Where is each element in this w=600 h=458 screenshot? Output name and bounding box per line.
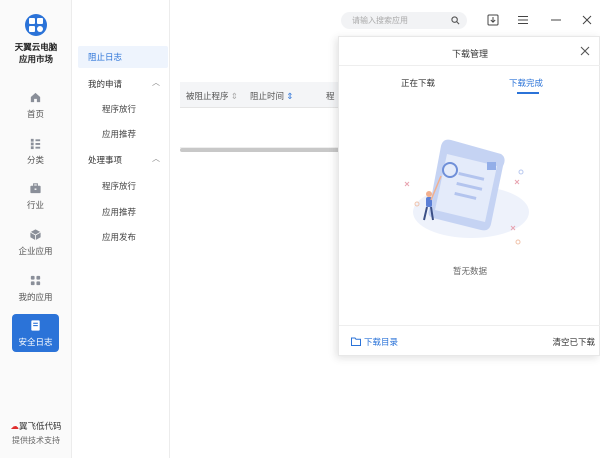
subnav-item-program-release[interactable]: 程序放行 [102, 180, 136, 192]
app-sidebar: 天翼云电脑 应用市场 首页 分类 行业 企业应用 我的应用 安全日志 ☁翼飞低代… [0, 0, 72, 458]
column-label: 阻止时间 [250, 91, 285, 101]
empty-state-text: 暂无数据 [452, 266, 487, 276]
sort-desc-icon: ⇕ [286, 91, 294, 101]
clear-downloaded-button[interactable]: 清空已下载 [552, 336, 595, 348]
sidebar-item-industry[interactable]: 行业 [12, 177, 59, 215]
sidebar-item-label: 安全日志 [18, 337, 53, 347]
sidebar-item-label: 行业 [26, 200, 44, 210]
close-window-icon[interactable] [579, 12, 595, 28]
app-name: 天翼云电脑 应用市场 [0, 41, 72, 65]
app-name-line2: 应用市场 [18, 54, 53, 64]
search-icon[interactable] [451, 16, 460, 25]
download-manager-panel: 下载管理 正在下载 下载完成 暂无数据 下载目录 清空已下载 [338, 36, 600, 356]
tab-downloading[interactable]: 正在下载 [401, 77, 435, 89]
subnav-item-program-release[interactable]: 程序放行 [102, 103, 136, 115]
download-directory-label: 下载目录 [364, 337, 399, 347]
subnav-item-app-publish[interactable]: 应用发布 [102, 231, 136, 243]
support-text: 提供技术支持 [12, 436, 60, 445]
app-logo [25, 14, 47, 36]
sidebar-item-label: 我的应用 [18, 292, 53, 302]
sort-icon: ⇕ [230, 91, 239, 101]
subnav-item-block-log[interactable]: 阻止日志 [78, 46, 168, 68]
panel-title: 下载管理 [451, 49, 488, 59]
app-logo-block: 天翼云电脑 应用市场 [0, 14, 72, 65]
search-input[interactable]: 请输入搜索应用 [341, 12, 467, 29]
sidebar-item-my-apps[interactable]: 我的应用 [12, 269, 59, 307]
table-body [180, 108, 350, 148]
sidebar-item-label: 分类 [26, 155, 44, 165]
empty-state-illustration [404, 139, 529, 245]
download-icon[interactable] [485, 12, 501, 28]
chevron-up-icon: ︿ [152, 78, 160, 87]
subnav-item-app-recommend[interactable]: 应用推荐 [102, 206, 136, 218]
folder-icon [351, 337, 361, 346]
apps-grid-icon [30, 275, 41, 286]
sidebar-item-label: 企业应用 [18, 246, 53, 256]
sidebar-item-security-log[interactable]: 安全日志 [12, 314, 59, 352]
divider [339, 65, 600, 66]
sidebar-item-label: 首页 [26, 109, 44, 119]
brand-suffix: 低代码 [36, 421, 62, 431]
download-directory-link[interactable]: 下载目录 [351, 336, 398, 348]
search-placeholder: 请输入搜索应用 [352, 16, 408, 25]
sidebar-item-home[interactable]: 首页 [12, 86, 59, 124]
home-icon [30, 92, 41, 103]
tab-completed[interactable]: 下载完成 [509, 77, 543, 89]
column-program[interactable]: 程 [326, 90, 335, 102]
subnav-group-todo[interactable]: 处理事项 ︿ [88, 154, 160, 166]
app-name-line1: 天翼云电脑 [14, 42, 58, 52]
active-tab-indicator [517, 92, 539, 94]
subnav-item-app-recommend[interactable]: 应用推荐 [102, 128, 136, 140]
subnav-group-my-requests[interactable]: 我的申请 ︿ [88, 78, 160, 90]
subnav-group-label: 处理事项 [88, 155, 123, 165]
powered-by: ☁翼飞低代码 提供技术支持 [0, 420, 72, 446]
column-blocked-program[interactable]: 被阻止程序 ⇕ [186, 90, 238, 102]
column-block-time[interactable]: 阻止时间 ⇕ [250, 90, 294, 102]
secondary-nav: 阻止日志 我的申请 ︿ 程序放行 应用推荐 处理事项 ︿ 程序放行 应用推荐 应… [72, 0, 170, 458]
log-icon [31, 320, 40, 331]
divider [339, 325, 600, 326]
minimize-icon[interactable] [548, 12, 564, 28]
cloud-logo-icon: ☁ [10, 421, 19, 431]
brand-line: ☁翼飞低代码 [0, 420, 72, 432]
sidebar-item-enterprise-apps[interactable]: 企业应用 [12, 223, 59, 261]
category-icon [30, 138, 41, 150]
sidebar-item-category[interactable]: 分类 [12, 132, 59, 170]
column-label: 被阻止程序 [186, 91, 229, 101]
cube-icon [30, 229, 41, 241]
menu-icon[interactable] [515, 12, 531, 28]
close-icon[interactable] [579, 45, 591, 57]
briefcase-icon [30, 183, 41, 194]
table-header: 被阻止程序 ⇕ 阻止时间 ⇕ 程 [180, 82, 350, 108]
chevron-up-icon: ︿ [152, 154, 160, 163]
table-horizontal-scrollbar[interactable] [180, 148, 350, 152]
brand-name: 翼飞 [18, 421, 36, 431]
subnav-group-label: 我的申请 [88, 79, 123, 89]
